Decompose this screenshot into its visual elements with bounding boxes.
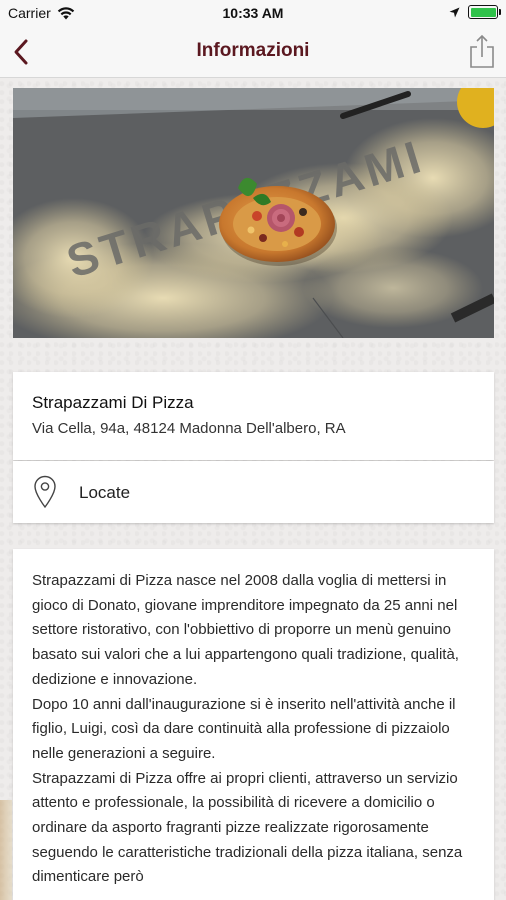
battery-icon — [468, 5, 501, 19]
status-time: 10:33 AM — [222, 5, 284, 21]
page-title: Informazioni — [196, 40, 310, 61]
location-arrow-icon — [449, 7, 460, 17]
share-button[interactable] — [468, 34, 496, 70]
description-text: Strapazzami di Pizza nasce nel 2008 dall… — [32, 569, 482, 890]
hero-image: STRAPAZZAMI — [13, 88, 494, 338]
map-pin-icon — [34, 475, 56, 509]
description-paragraph: Dopo 10 anni dall'inaugurazione si è ins… — [32, 695, 456, 762]
status-right — [449, 5, 501, 19]
info-card: Strapazzami Di Pizza Via Cella, 94a, 481… — [13, 372, 494, 460]
description-paragraph: Strapazzami di Pizza offre ai propri cli… — [32, 769, 463, 886]
description-card: Strapazzami di Pizza nasce nel 2008 dall… — [13, 549, 494, 900]
description-paragraph: Strapazzami di Pizza nasce nel 2008 dall… — [32, 572, 459, 688]
background-decoration — [0, 800, 12, 900]
locate-label: Locate — [79, 483, 131, 502]
navigation-bar: Informazioni — [0, 26, 506, 78]
share-icon — [470, 34, 494, 68]
status-bar: Carrier 10:33 AM — [0, 0, 506, 26]
locate-button[interactable]: Locate — [13, 461, 494, 523]
restaurant-name: Strapazzami Di Pizza — [32, 393, 194, 412]
pizza-photo: STRAPAZZAMI — [13, 88, 494, 338]
battery-fill — [470, 7, 496, 17]
restaurant-address: Via Cella, 94a, 48124 Madonna Dell'alber… — [32, 420, 346, 437]
